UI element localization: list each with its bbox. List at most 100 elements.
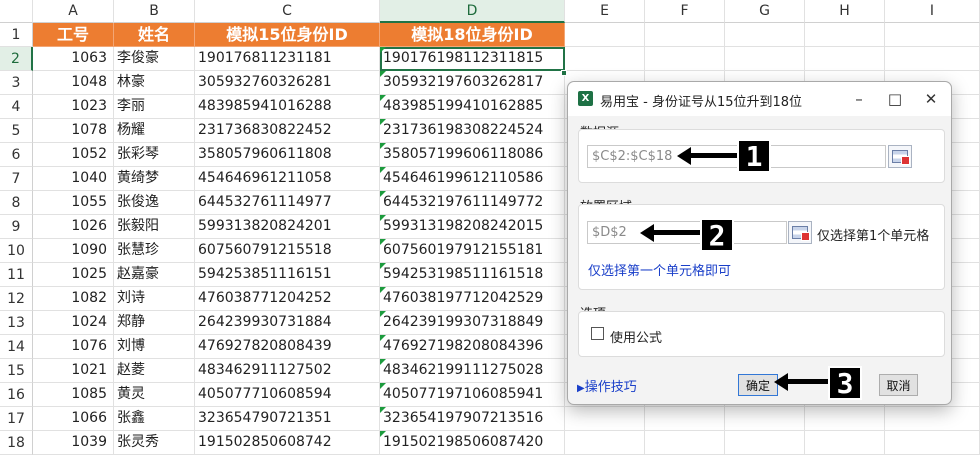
employee-id-cell[interactable]: 1066 — [33, 407, 114, 431]
name-cell[interactable]: 张毅阳 — [114, 215, 195, 239]
ok-button[interactable]: 确定 — [738, 374, 778, 396]
name-cell[interactable]: 林豪 — [114, 71, 195, 95]
empty-cell[interactable] — [565, 407, 645, 431]
empty-cell[interactable] — [645, 431, 725, 455]
data-source-range-picker-icon[interactable] — [888, 145, 912, 168]
name-cell[interactable]: 郑静 — [114, 311, 195, 335]
row-header-17[interactable]: 17 — [0, 407, 33, 431]
dialog-titlebar[interactable]: X 易用宝 - 身份证号从15位升到18位 – □ ✕ — [568, 82, 951, 116]
close-button[interactable]: ✕ — [919, 88, 943, 110]
empty-cell[interactable] — [565, 431, 645, 455]
id15-cell[interactable]: 483462911127502 — [195, 359, 380, 383]
select-all-corner[interactable] — [0, 0, 33, 23]
name-cell[interactable]: 李俊豪 — [114, 47, 195, 71]
id18-cell[interactable]: 483985199410162885 — [380, 95, 565, 119]
name-cell[interactable]: 刘诗 — [114, 287, 195, 311]
row-header-14[interactable]: 14 — [0, 335, 33, 359]
row-header-11[interactable]: 11 — [0, 263, 33, 287]
employee-id-cell[interactable]: 1082 — [33, 287, 114, 311]
row-header-12[interactable]: 12 — [0, 287, 33, 311]
column-header-b[interactable]: B — [114, 0, 195, 23]
id18-cell[interactable]: 607560197912155181 — [380, 239, 565, 263]
header-cell[interactable]: 姓名 — [114, 23, 195, 47]
column-header-c[interactable]: C — [195, 0, 380, 23]
name-cell[interactable]: 杨耀 — [114, 119, 195, 143]
row-header-2[interactable]: 2 — [0, 47, 33, 71]
id15-cell[interactable]: 191502850608742 — [195, 431, 380, 455]
empty-cell[interactable] — [725, 407, 805, 431]
employee-id-cell[interactable]: 1078 — [33, 119, 114, 143]
minimize-button[interactable]: – — [847, 88, 871, 110]
employee-id-cell[interactable]: 1063 — [33, 47, 114, 71]
name-cell[interactable]: 张灵秀 — [114, 431, 195, 455]
id18-cell[interactable]: 483462199111275028 — [380, 359, 565, 383]
row-header-5[interactable]: 5 — [0, 119, 33, 143]
empty-cell[interactable] — [725, 23, 805, 47]
column-header-h[interactable]: H — [805, 0, 885, 23]
row-header-6[interactable]: 6 — [0, 143, 33, 167]
id18-cell[interactable]: 454646199612110586 — [380, 167, 565, 191]
name-cell[interactable]: 刘博 — [114, 335, 195, 359]
name-cell[interactable]: 张鑫 — [114, 407, 195, 431]
empty-cell[interactable] — [645, 407, 725, 431]
id18-cell[interactable]: 305932197603262817 — [380, 71, 565, 95]
name-cell[interactable]: 张俊逸 — [114, 191, 195, 215]
employee-id-cell[interactable]: 1090 — [33, 239, 114, 263]
id18-cell[interactable]: 599313198208242015 — [380, 215, 565, 239]
placement-range-picker-icon[interactable] — [788, 221, 812, 244]
name-cell[interactable]: 黄绮梦 — [114, 167, 195, 191]
id18-cell[interactable]: 476038197712042529 — [380, 287, 565, 311]
cancel-button[interactable]: 取消 — [879, 374, 918, 396]
id15-cell[interactable]: 483985941016288 — [195, 95, 380, 119]
row-header-9[interactable]: 9 — [0, 215, 33, 239]
header-cell[interactable]: 工号 — [33, 23, 114, 47]
empty-cell[interactable] — [885, 23, 980, 47]
row-header-15[interactable]: 15 — [0, 359, 33, 383]
row-header-7[interactable]: 7 — [0, 167, 33, 191]
id15-cell[interactable]: 358057960611808 — [195, 143, 380, 167]
empty-cell[interactable] — [645, 23, 725, 47]
empty-cell[interactable] — [725, 47, 805, 71]
placement-help-link[interactable]: 仅选择第一个单元格即可 — [588, 260, 731, 279]
empty-cell[interactable] — [885, 47, 980, 71]
employee-id-cell[interactable]: 1076 — [33, 335, 114, 359]
header-cell[interactable]: 模拟18位身份ID — [380, 23, 565, 47]
id15-cell[interactable]: 454646961211058 — [195, 167, 380, 191]
name-cell[interactable]: 张慧珍 — [114, 239, 195, 263]
id15-cell[interactable]: 607560791215518 — [195, 239, 380, 263]
row-header-3[interactable]: 3 — [0, 71, 33, 95]
row-header-10[interactable]: 10 — [0, 239, 33, 263]
employee-id-cell[interactable]: 1085 — [33, 383, 114, 407]
employee-id-cell[interactable]: 1040 — [33, 167, 114, 191]
name-cell[interactable]: 张彩琴 — [114, 143, 195, 167]
empty-cell[interactable] — [725, 431, 805, 455]
employee-id-cell[interactable]: 1055 — [33, 191, 114, 215]
use-formula-checkbox[interactable] — [591, 327, 604, 340]
id15-cell[interactable]: 323654790721351 — [195, 407, 380, 431]
row-header-18[interactable]: 18 — [0, 431, 33, 455]
id15-cell[interactable]: 305932760326281 — [195, 71, 380, 95]
column-header-a[interactable]: A — [33, 0, 114, 23]
id18-cell[interactable]: 358057199606118086 — [380, 143, 565, 167]
column-header-d[interactable]: D — [380, 0, 565, 23]
id15-cell[interactable]: 594253851116151 — [195, 263, 380, 287]
empty-cell[interactable] — [805, 47, 885, 71]
id18-cell[interactable]: 323654197907213516 — [380, 407, 565, 431]
empty-cell[interactable] — [565, 23, 645, 47]
name-cell[interactable]: 赵嘉豪 — [114, 263, 195, 287]
id18-cell[interactable]: 191502198506087420 — [380, 431, 565, 455]
column-header-f[interactable]: F — [645, 0, 725, 23]
id15-cell[interactable]: 476038771204252 — [195, 287, 380, 311]
column-header-g[interactable]: G — [725, 0, 805, 23]
employee-id-cell[interactable]: 1021 — [33, 359, 114, 383]
name-cell[interactable]: 黄灵 — [114, 383, 195, 407]
tips-link[interactable]: ▶操作技巧 — [577, 376, 637, 395]
name-cell[interactable]: 赵菱 — [114, 359, 195, 383]
empty-cell[interactable] — [805, 407, 885, 431]
empty-cell[interactable] — [885, 407, 980, 431]
fill-handle[interactable] — [561, 70, 567, 76]
header-cell[interactable]: 模拟15位身份ID — [195, 23, 380, 47]
id18-cell[interactable]: 264239199307318849 — [380, 311, 565, 335]
row-header-16[interactable]: 16 — [0, 383, 33, 407]
name-cell[interactable]: 李丽 — [114, 95, 195, 119]
